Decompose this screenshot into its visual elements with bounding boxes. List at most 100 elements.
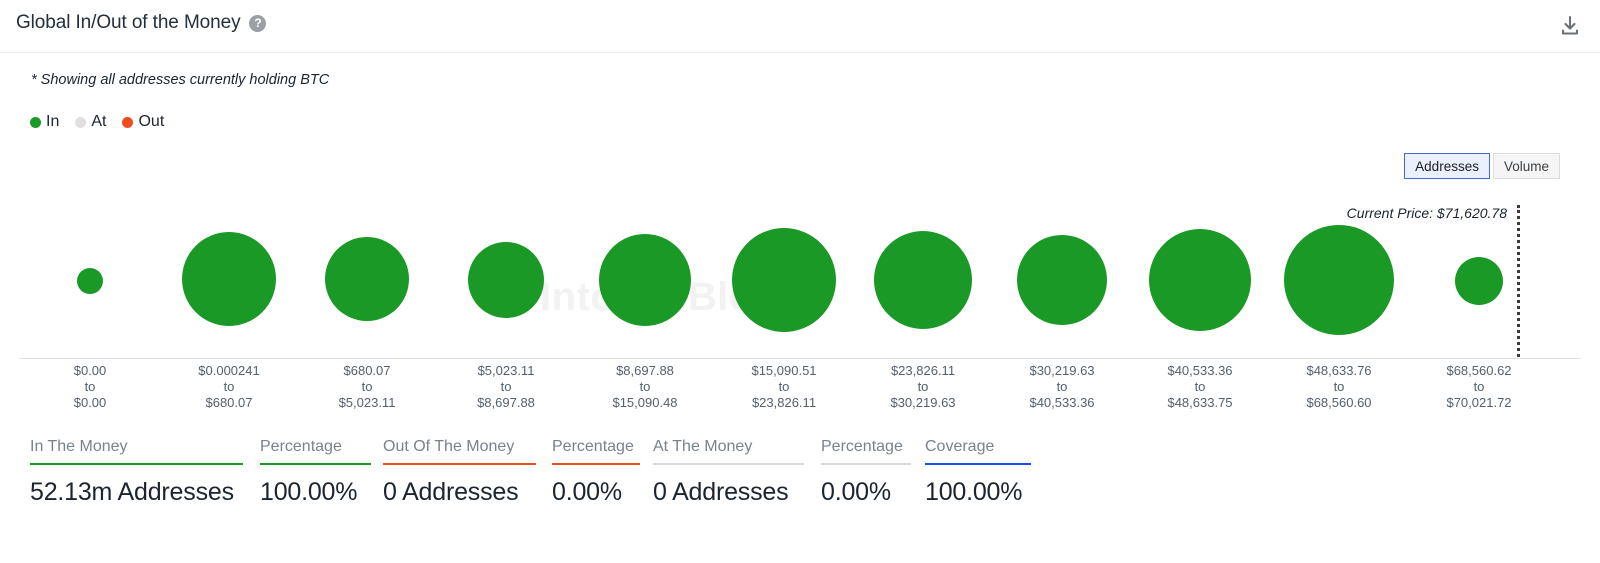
panel-header: Global In/Out of the Money ? bbox=[0, 0, 1600, 53]
x-axis-label-separator: to bbox=[1056, 379, 1068, 394]
x-axis-label-to: $68,560.60 bbox=[1306, 395, 1372, 410]
stat-label: In The Money bbox=[30, 438, 128, 455]
stat-block: Out Of The Money 0 Addresses bbox=[383, 438, 536, 507]
x-axis-label-separator: to bbox=[361, 379, 373, 394]
legend-dot-in bbox=[30, 116, 41, 128]
stat-block: At The Money 0 Addresses bbox=[653, 438, 804, 507]
x-axis-label-to: $23,826.11 bbox=[751, 395, 817, 410]
x-axis-label-separator: to bbox=[1333, 379, 1345, 394]
x-axis-label-separator: to bbox=[639, 379, 651, 394]
bubble-point[interactable] bbox=[468, 242, 544, 318]
stat-label: Coverage bbox=[925, 438, 995, 455]
bubble-point[interactable] bbox=[182, 232, 276, 326]
stat-label: At The Money bbox=[653, 438, 753, 455]
legend-label-at: At bbox=[91, 113, 107, 130]
bubble-point[interactable] bbox=[1149, 229, 1251, 331]
stat-underline bbox=[30, 463, 243, 465]
current-price-marker-line bbox=[1517, 205, 1520, 357]
x-axis-label-to: $0.00 bbox=[73, 395, 107, 410]
current-price-annotation: Current Price: $71,620.78 bbox=[1346, 205, 1507, 221]
x-axis-line bbox=[19, 358, 1581, 359]
stat-label: Percentage bbox=[260, 438, 342, 455]
x-axis-label-from: $0.000241 bbox=[198, 363, 260, 378]
bubble-point[interactable] bbox=[1284, 225, 1394, 335]
legend-item-in[interactable]: In bbox=[30, 113, 59, 131]
x-axis-label: $8,697.88 to $15,090.48 bbox=[612, 363, 677, 411]
x-axis-label: $48,633.76 to $68,560.60 bbox=[1306, 363, 1371, 411]
x-axis-label: $68,560.62 to $70,021.72 bbox=[1446, 363, 1511, 411]
x-axis-label: $40,533.36 to $48,633.75 bbox=[1167, 363, 1232, 411]
stat-label: Percentage bbox=[821, 438, 903, 455]
x-axis-label-from: $30,219.63 bbox=[1029, 363, 1095, 378]
x-axis-label-from: $8,697.88 bbox=[616, 363, 674, 378]
stat-value: 52.13m Addresses bbox=[30, 478, 234, 506]
x-axis-label-to: $48,633.75 bbox=[1167, 395, 1233, 410]
metric-toggle-group: Addresses Volume bbox=[1404, 153, 1560, 179]
x-axis-label-to: $70,021.72 bbox=[1446, 395, 1512, 410]
x-axis-label: $680.07 to $5,023.11 bbox=[339, 363, 396, 411]
page-title: Global In/Out of the Money bbox=[16, 12, 241, 33]
stat-label: Percentage bbox=[552, 438, 634, 455]
x-axis-label: $0.00 to $0.00 bbox=[74, 363, 107, 411]
chart-legend: In At Out bbox=[30, 113, 173, 131]
x-axis-label-separator: to bbox=[778, 379, 790, 394]
x-axis-label-separator: to bbox=[84, 379, 96, 394]
stat-block: Percentage 100.00% bbox=[260, 438, 371, 507]
x-axis-label-to: $8,697.88 bbox=[477, 395, 535, 410]
bubble-point[interactable] bbox=[1455, 257, 1503, 305]
stat-value: 0.00% bbox=[552, 478, 622, 506]
toggle-addresses-button[interactable]: Addresses bbox=[1404, 153, 1490, 179]
stat-underline bbox=[653, 463, 804, 465]
stat-block: Coverage 100.00% bbox=[925, 438, 1031, 507]
stat-label: Out Of The Money bbox=[383, 438, 515, 455]
question-mark-circle-icon[interactable]: ? bbox=[249, 14, 267, 32]
bubble-point[interactable] bbox=[325, 237, 409, 321]
bubble-point[interactable] bbox=[1017, 235, 1107, 325]
bubble-point[interactable] bbox=[732, 228, 836, 332]
stat-block: In The Money 52.13m Addresses bbox=[30, 438, 243, 507]
x-axis-label: $23,826.11 to $30,219.63 bbox=[890, 363, 955, 411]
x-axis-label: $0.000241 to $680.07 bbox=[198, 363, 259, 411]
stat-underline bbox=[383, 463, 536, 465]
stat-underline bbox=[552, 463, 640, 465]
legend-item-out[interactable]: Out bbox=[122, 113, 164, 131]
legend-item-at[interactable]: At bbox=[75, 113, 106, 131]
x-axis-label-to: $5,023.11 bbox=[338, 395, 396, 410]
x-axis-label-to: $15,090.48 bbox=[612, 395, 678, 410]
download-icon[interactable] bbox=[1558, 14, 1582, 38]
stat-value: 100.00% bbox=[260, 478, 358, 506]
stat-value: 0 Addresses bbox=[653, 478, 789, 506]
bubble-point[interactable] bbox=[599, 234, 691, 326]
stat-block: Percentage 0.00% bbox=[821, 438, 911, 507]
x-axis-label-from: $680.07 bbox=[343, 363, 391, 378]
bubble-point[interactable] bbox=[77, 268, 103, 294]
x-axis-label-separator: to bbox=[1473, 379, 1485, 394]
x-axis-label-from: $15,090.51 bbox=[751, 363, 817, 378]
chart-note: * Showing all addresses currently holdin… bbox=[31, 72, 330, 88]
bubble-point[interactable] bbox=[874, 231, 972, 329]
x-axis-label-separator: to bbox=[500, 379, 512, 394]
toggle-volume-button[interactable]: Volume bbox=[1492, 153, 1560, 179]
x-axis-label-from: $48,633.76 bbox=[1306, 363, 1372, 378]
header-title-group: Global In/Out of the Money ? bbox=[16, 12, 267, 34]
stat-underline bbox=[925, 463, 1031, 465]
stat-value: 0.00% bbox=[821, 478, 891, 506]
x-axis-label-to: $680.07 bbox=[205, 395, 253, 410]
stat-block: Percentage 0.00% bbox=[552, 438, 640, 507]
stat-value: 0 Addresses bbox=[383, 478, 519, 506]
legend-label-out: Out bbox=[138, 113, 165, 130]
x-axis-label-separator: to bbox=[917, 379, 929, 394]
stat-underline bbox=[260, 463, 371, 465]
x-axis-label-from: $40,533.36 bbox=[1167, 363, 1233, 378]
x-axis-label-from: $68,560.62 bbox=[1446, 363, 1512, 378]
x-axis-label-separator: to bbox=[1194, 379, 1206, 394]
x-axis-label-from: $0.00 bbox=[73, 363, 107, 378]
legend-label-in: In bbox=[46, 113, 60, 130]
stat-underline bbox=[821, 463, 911, 465]
legend-dot-at bbox=[75, 116, 87, 128]
x-axis-label: $15,090.51 to $23,826.11 bbox=[751, 363, 816, 411]
x-axis-labels: $0.00 to $0.00 $0.000241 to $680.07 $680.07 to $… bbox=[0, 363, 1600, 413]
x-axis-label-separator: to bbox=[223, 379, 235, 394]
summary-stats-row: In The Money 52.13m Addresses Percentage 10… bbox=[0, 438, 1600, 528]
x-axis-label: $30,219.63 to $40,533.36 bbox=[1029, 363, 1094, 411]
